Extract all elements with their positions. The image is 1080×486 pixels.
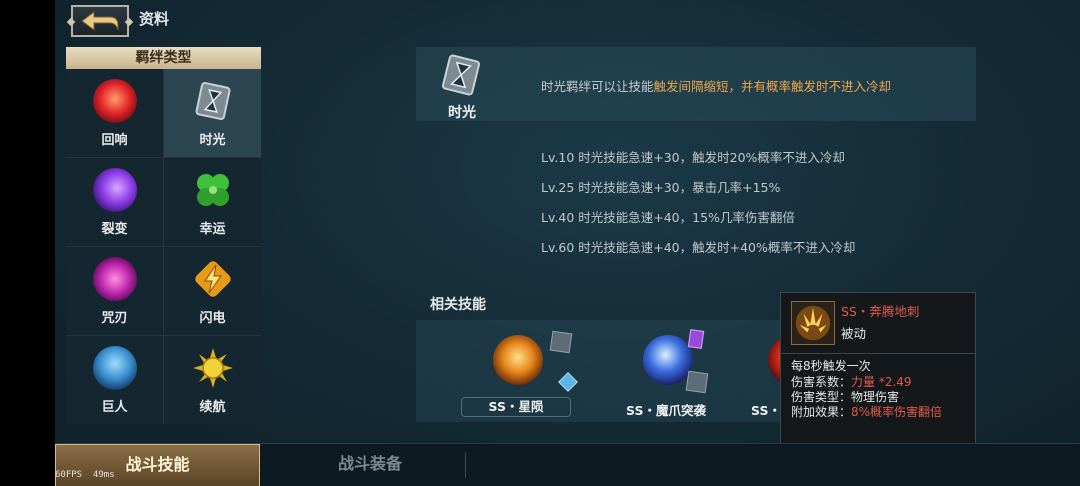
gem-badge-icon [558, 372, 578, 392]
fission-icon [92, 167, 137, 212]
fps-counter: 60FPS 49ms [55, 470, 115, 480]
skill-item-demon-claw[interactable]: SS・魔爪突袭 [601, 320, 731, 422]
echo-icon [92, 78, 137, 123]
tooltip-trigger: 每8秒触发一次 [791, 359, 871, 373]
tooltip-value: 8%概率伤害翻倍 [851, 405, 943, 419]
clover-icon [196, 173, 229, 206]
level-effect-line: Lv.25 时光技能急速+30，暴击几率+15% [541, 180, 781, 195]
meteor-skill-icon [493, 335, 543, 385]
bond-item-endurance[interactable]: 续航 [164, 336, 261, 424]
level-effect-line: Lv.40 时光技能急速+40，15%几率伤害翻倍 [541, 210, 795, 225]
description-highlight: 触发间隔缩短，并有概率触发时不进入冷却 [653, 79, 892, 94]
bond-description-card: 时光 时光羁绊可以让技能触发间隔缩短，并有概率触发时不进入冷却 [416, 47, 976, 121]
bond-item-label: 幸运 [199, 221, 226, 237]
tooltip-value: 物理伤害 [851, 390, 900, 404]
description-prefix: 时光羁绊可以让技能 [541, 79, 654, 94]
bond-item-label: 咒刃 [101, 310, 128, 326]
hourglass-icon [441, 54, 481, 96]
sun-icon [192, 347, 233, 388]
tab-battle-equipment[interactable]: 战斗装备 [275, 444, 465, 486]
tooltip-value: 力量 *2.49 [851, 375, 912, 389]
related-skills-title: 相关技能 [430, 297, 486, 313]
bond-item-label: 裂变 [101, 221, 128, 237]
skill-name: SS・星陨 [461, 397, 571, 417]
bond-description: 时光羁绊可以让技能触发间隔缩短，并有概率触发时不进入冷却 [541, 76, 891, 95]
hourglass-badge-icon [685, 370, 709, 394]
tab-divider [465, 452, 466, 478]
hourglass-icon [195, 81, 230, 120]
tooltip-extra-effect: 附加效果：8%概率伤害翻倍 [791, 403, 942, 420]
back-arrow-icon [81, 11, 119, 31]
giant-icon [92, 345, 137, 390]
bond-item-cursed-blade[interactable]: 咒刃 [66, 247, 163, 335]
page-title: 资料 [139, 10, 170, 28]
hourglass-badge-icon [549, 330, 573, 354]
bottom-tab-bar: 战斗技能 战斗装备 [55, 443, 1080, 486]
level-effect-line: Lv.60 时光技能急速+40，触发时+40%概率不进入冷却 [541, 240, 856, 255]
bond-item-label: 闪电 [199, 310, 226, 326]
ground-spike-skill-icon [791, 301, 835, 345]
bond-item-label: 巨人 [101, 399, 128, 415]
bond-item-echo[interactable]: 回响 [66, 69, 163, 157]
purple-badge-icon [687, 329, 705, 349]
bond-item-luck[interactable]: 幸运 [164, 158, 261, 246]
tooltip-title: SS・奔腾地刺 [841, 304, 920, 319]
skill-name: SS・魔爪突袭 [626, 403, 706, 418]
bond-item-giant[interactable]: 巨人 [66, 336, 163, 424]
game-screen: 资料 羁绊类型 回响 时光 裂变 幸运 咒刃 闪电 巨人 续航 时光 时光羁绊可… [55, 0, 1080, 486]
skill-item-meteor[interactable]: SS・星陨 [451, 320, 581, 422]
bond-item-time[interactable]: 时光 [164, 69, 261, 157]
bond-item-label: 续航 [199, 399, 226, 415]
bond-item-fission[interactable]: 裂变 [66, 158, 163, 246]
lightning-icon [194, 260, 231, 297]
bond-item-label: 回响 [101, 132, 128, 148]
bond-name: 时光 [448, 105, 476, 121]
bond-type-grid: 回响 时光 裂变 幸运 咒刃 闪电 巨人 续航 [66, 69, 261, 424]
tooltip-divider [781, 353, 975, 354]
frame-time-value: 49ms [92, 470, 115, 480]
level-effect-line: Lv.10 时光技能急速+30，触发时20%概率不进入冷却 [541, 150, 845, 165]
tooltip-label: 附加效果： [791, 405, 852, 419]
skill-tooltip: SS・奔腾地刺 被动 每8秒触发一次 伤害系数：力量 *2.49 伤害类型：物理… [780, 292, 976, 449]
tooltip-type: 被动 [841, 326, 867, 341]
fps-value: 60FPS [55, 470, 83, 480]
bond-item-label: 时光 [199, 132, 226, 148]
bond-type-panel: 羁绊类型 回响 时光 裂变 幸运 咒刃 闪电 巨人 续航 [66, 47, 261, 424]
demon-claw-skill-icon [643, 335, 693, 385]
tooltip-label: 伤害类型： [791, 390, 852, 404]
bond-item-lightning[interactable]: 闪电 [164, 247, 261, 335]
bond-type-header: 羁绊类型 [66, 47, 261, 69]
cursed-blade-icon [92, 256, 137, 301]
back-button[interactable] [71, 5, 129, 37]
tooltip-label: 伤害系数： [791, 375, 852, 389]
